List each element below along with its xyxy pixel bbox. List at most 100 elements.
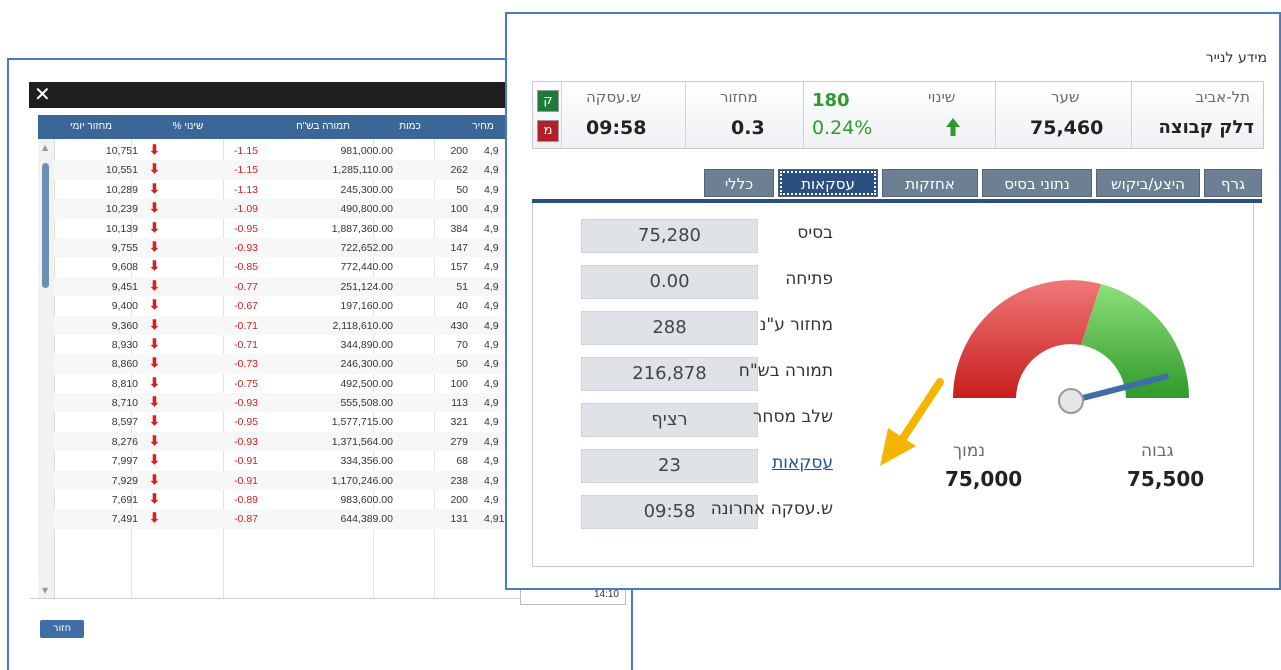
tab-holdings[interactable]: אחזקות <box>882 169 978 197</box>
pct-change-cell: -0.77 <box>234 280 258 293</box>
value-cell: 1,285,110.00 <box>332 164 393 177</box>
close-icon[interactable]: ✕ <box>34 84 51 104</box>
proceeds-label: תמורה בש"ח <box>738 361 833 381</box>
turnover-cell: 9,400 <box>111 300 138 313</box>
quantity-cell: 50 <box>456 183 468 196</box>
table-row[interactable]: 9,755 -0.93 722,652.00 147 4,9 ⬇ <box>54 237 528 258</box>
header-pct-change[interactable]: % שינוי <box>143 121 233 132</box>
table-row[interactable]: 7,929 -0.91 1,170,246.00 238 4,9 ⬇ <box>54 470 528 491</box>
price-cell: 4,9 <box>484 474 499 487</box>
down-arrow-icon: ⬇ <box>149 452 160 468</box>
header-daily-turnover[interactable]: מחזור יומי <box>56 121 126 132</box>
buy-button[interactable]: ק <box>537 90 559 112</box>
down-arrow-icon: ⬇ <box>149 335 160 351</box>
table-row[interactable]: 8,710 -0.93 555,508.00 113 4,9 ⬇ <box>54 393 528 413</box>
table-row[interactable]: 10,289 -1.13 245,300.00 50 4,9 ⬇ <box>54 180 528 199</box>
table-row[interactable]: 10,551 -1.15 1,285,110.00 262 4,9 ⬇ <box>54 160 528 180</box>
down-arrow-icon: ⬇ <box>149 219 160 235</box>
turnover-cell: 7,929 <box>111 474 138 487</box>
security-info-panel: מידע לנייר תל-אביב דלק קבוצה שער 75,460 … <box>505 12 1281 590</box>
turnover-cell: 8,860 <box>111 358 138 371</box>
quote-change-cell: 180 שינוי 0.24% <box>803 82 996 148</box>
down-arrow-icon: ⬇ <box>149 471 160 487</box>
quantity-cell: 100 <box>450 203 468 216</box>
turnover-cell: 8,276 <box>111 435 138 448</box>
turnover-cell: 10,289 <box>105 183 138 196</box>
quantity-cell: 157 <box>450 261 468 274</box>
tab-general[interactable]: כללי <box>704 169 774 197</box>
value-cell: 772,440.00 <box>340 261 393 274</box>
table-row[interactable]: 9,400 -0.67 197,160.00 40 4,9 ⬇ <box>54 296 528 315</box>
table-row[interactable]: 8,860 -0.73 246,300.00 50 4,9 ⬇ <box>54 354 528 374</box>
price-cell: 4,9 <box>484 319 499 332</box>
scroll-up-icon[interactable]: ▲ <box>42 143 48 152</box>
price-cell: 4,9 <box>484 164 499 177</box>
scroll-down-icon[interactable]: ▼ <box>42 586 48 595</box>
table-row[interactable]: 9,451 -0.77 251,124.00 51 4,9 ⬇ <box>54 276 528 297</box>
gauge-high-value: 75,500 <box>1127 467 1205 491</box>
value-cell: 981,000.00 <box>340 145 393 157</box>
table-row[interactable]: 7,491 -0.87 644,389.00 131 4,919 ⬇ <box>54 509 528 529</box>
down-arrow-icon: ⬇ <box>149 297 160 313</box>
quote-bar: תל-אביב דלק קבוצה שער 75,460 180 שינוי 0… <box>532 81 1264 149</box>
price-cell: 4,9 <box>484 416 499 429</box>
quantity-cell: 147 <box>450 241 468 254</box>
table-row[interactable]: 8,276 -0.93 1,371,564.00 279 4,9 ⬇ <box>54 431 528 452</box>
header-value-nis[interactable]: תמורה בש"ח <box>253 121 393 132</box>
quantity-cell: 131 <box>450 513 468 526</box>
open-value: 0.00 <box>581 265 758 299</box>
header-quantity[interactable]: כמות <box>380 121 440 132</box>
trades-scrollbar[interactable]: ▲ ▼ <box>38 139 55 599</box>
table-row[interactable]: 10,751 -1.15 981,000.00 200 4,9 ⬇ <box>54 141 528 160</box>
table-row[interactable]: 8,810 -0.75 492,500.00 100 4,9 ⬇ <box>54 374 528 393</box>
table-row[interactable]: 7,691 -0.89 983,600.00 200 4,9 ⬇ <box>54 490 528 509</box>
security-name: דלק קבוצה <box>1158 117 1254 138</box>
open-label: פתיחה <box>785 269 833 289</box>
value-cell: 492,500.00 <box>340 377 393 390</box>
pct-change-cell: -0.91 <box>234 455 258 468</box>
quantity-cell: 430 <box>450 319 468 332</box>
tab-bid-ask[interactable]: היצע/ביקוש <box>1096 169 1200 197</box>
last-trade-time-value: 09:58 <box>586 117 647 139</box>
table-row[interactable]: 8,930 -0.71 344,890.00 70 4,9 ⬇ <box>54 335 528 354</box>
down-arrow-icon: ⬇ <box>149 355 160 371</box>
turnover-cell: 7,491 <box>111 513 138 526</box>
rate-label: שער <box>1051 88 1080 106</box>
sell-button[interactable]: מ <box>537 120 559 142</box>
down-arrow-icon: ⬇ <box>149 491 160 507</box>
price-cell: 4,9 <box>484 222 499 235</box>
table-row[interactable]: 9,360 -0.71 2,118,610.00 430 4,9 ⬇ <box>54 315 528 335</box>
gauge-green-arc <box>1081 284 1189 398</box>
table-row[interactable]: 9,608 -0.85 772,440.00 157 4,9 ⬇ <box>54 257 528 276</box>
quote-time-cell: ש.עסקה 09:58 <box>561 82 686 148</box>
price-cell: 4,9 <box>484 300 499 313</box>
quantity-cell: 51 <box>456 280 468 293</box>
scroll-thumb[interactable] <box>42 163 49 288</box>
quantity-cell: 68 <box>456 455 468 468</box>
pct-change-cell: -0.93 <box>234 435 258 448</box>
turnover-value: 0.3 <box>731 117 765 139</box>
gauge-low-label: נמוך <box>953 441 986 461</box>
tab-base-data[interactable]: נתוני בסיס <box>982 169 1092 197</box>
quantity-cell: 262 <box>450 164 468 177</box>
volume-value: 288 <box>581 311 758 345</box>
quantity-cell: 113 <box>451 397 468 410</box>
tab-trades[interactable]: עסקאות <box>778 169 878 197</box>
quantity-cell: 321 <box>450 416 468 429</box>
price-cell: 4,9 <box>484 455 499 468</box>
table-row[interactable]: 10,139 -0.95 1,887,360.00 384 4,9 ⬇ <box>54 219 528 238</box>
tab-graph[interactable]: גרף <box>1204 169 1262 197</box>
trades-link[interactable]: עסקאות <box>772 453 833 473</box>
table-row[interactable]: 7,997 -0.91 334,356.00 68 4,9 ⬇ <box>54 451 528 470</box>
table-row[interactable]: 10,239 -1.09 490,800.00 100 4,9 ⬇ <box>54 199 528 219</box>
back-button[interactable]: חזור <box>40 620 84 638</box>
table-row[interactable]: 8,597 -0.95 1,577,715.00 321 4,9 ⬇ <box>54 412 528 431</box>
trading-phase-label: שלב מסחר <box>752 407 833 427</box>
trades-tab-content: 75,280 בסיס 0.00 פתיחה 288 מחזור ע"נ 216… <box>532 203 1254 567</box>
down-arrow-icon: ⬇ <box>149 238 160 254</box>
value-cell: 245,300.00 <box>340 183 393 196</box>
price-cell: 4,9 <box>484 377 499 390</box>
pct-change-cell: -0.95 <box>234 222 258 235</box>
down-arrow-icon: ⬇ <box>149 258 160 274</box>
header-price[interactable]: מחיר <box>453 121 513 132</box>
